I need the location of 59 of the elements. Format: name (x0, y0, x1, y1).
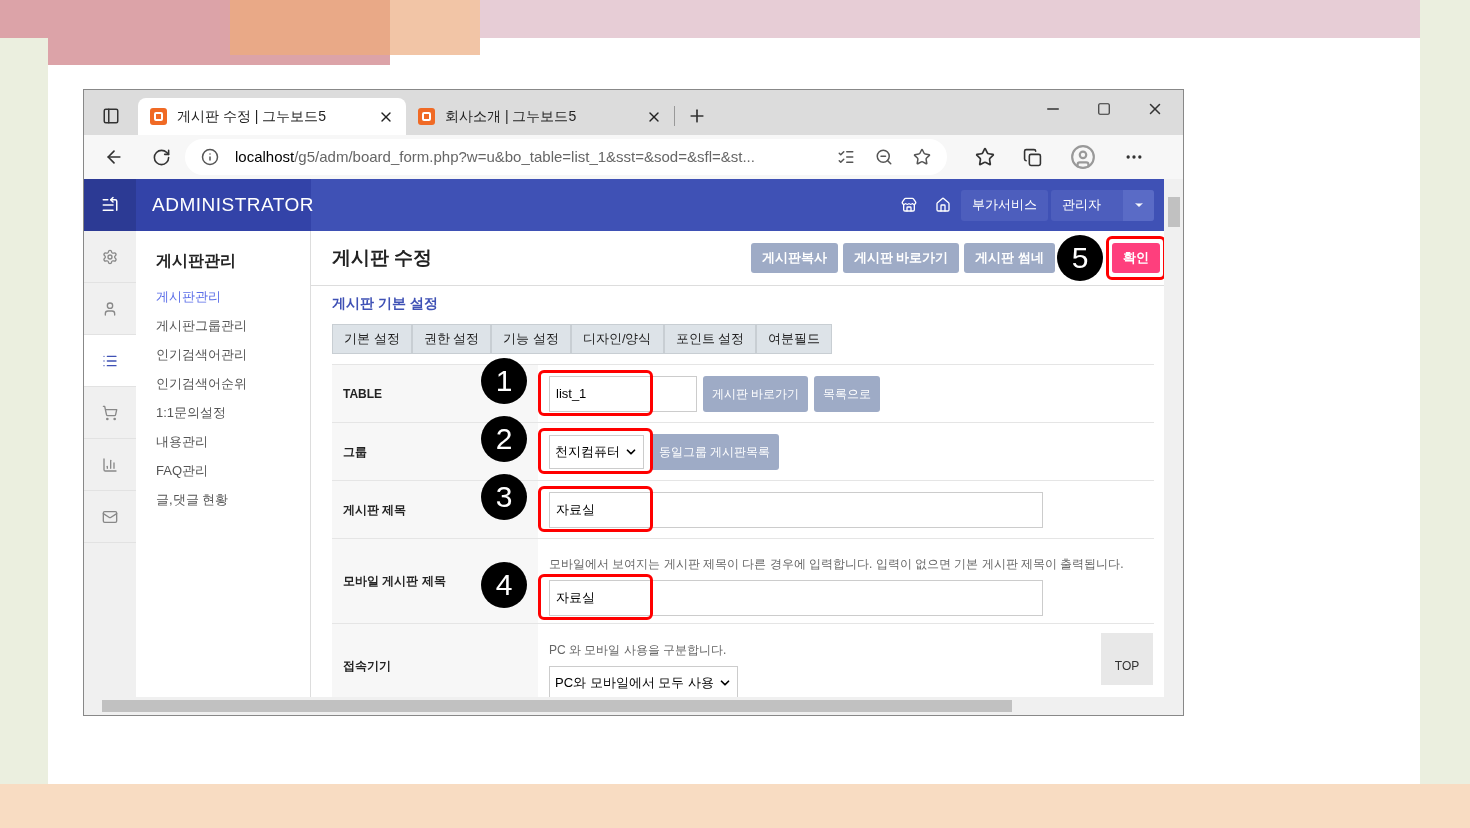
submenu-item[interactable]: 인기검색어관리 (156, 345, 310, 374)
help-text: PC 와 모바일 사용을 구분합니다. (549, 641, 728, 659)
section-tab[interactable]: 포인트 설정 (663, 324, 757, 354)
favorites-icon[interactable] (975, 147, 995, 167)
input-field[interactable]: list_1 (549, 375, 697, 412)
top-button[interactable]: TOP (1101, 633, 1153, 685)
horizontal-scrollbar[interactable] (84, 697, 1164, 715)
browser-tab[interactable]: 게시판 수정 | 그누보드5 (138, 98, 406, 135)
maximize-icon[interactable] (1097, 101, 1111, 116)
submenu-item[interactable]: 인기검색어순위 (156, 374, 310, 403)
section-tab[interactable]: 권한 설정 (411, 324, 492, 354)
select-field[interactable]: 천지컴퓨터 (549, 434, 644, 469)
info-icon (201, 148, 219, 166)
submenu-item[interactable]: FAQ관리 (156, 461, 310, 490)
site-logo-icon (150, 108, 167, 125)
submenu-item[interactable]: 게시판그룹관리 (156, 316, 310, 345)
favorite-icon[interactable] (913, 148, 931, 166)
brand-title: ADMINISTRATOR (136, 179, 311, 231)
chart-icon (102, 456, 118, 473)
user-icon (102, 300, 118, 317)
url-text: localhost/g5/adm/board_form.php?w=u&bo_table=list_1&sst=&sod=&sfl=&st... (235, 146, 756, 167)
address-bar[interactable]: localhost/g5/adm/board_form.php?w=u&bo_table=list_1&sst=&sod=&sfl=&st... (185, 139, 947, 175)
zoom-out-icon[interactable] (875, 148, 893, 166)
browser-tab[interactable]: 회사소개 | 그누보드5 (406, 98, 674, 135)
help-text: 모바일에서 보여지는 게시판 제목이 다른 경우에 입력합니다. 입력이 없으면 기본 게시판 제목이 출력됩니다. (549, 555, 1125, 573)
tab-title: 회사소개 | 그누보드5 (445, 107, 578, 126)
select-field[interactable]: PC와 모바일에서 모두 사용 (549, 665, 738, 697)
header-button[interactable]: 관리자 (1051, 189, 1154, 221)
input-field[interactable]: 자료실 (549, 491, 1043, 528)
home-icon[interactable] (935, 197, 951, 213)
menu-toggle[interactable] (84, 179, 136, 231)
vertical-scrollbar[interactable] (1164, 179, 1183, 715)
callout-number: 5 (1057, 235, 1103, 281)
site-logo-icon (418, 108, 435, 125)
collections-icon[interactable] (1023, 147, 1042, 167)
form-label: 접속기기 (332, 624, 538, 697)
section-tab[interactable]: 기본 설정 (332, 324, 412, 354)
submenu-item[interactable]: 글,댓글 현황 (156, 490, 310, 519)
cart-icon (102, 404, 118, 421)
page-title: 게시판 수정 (332, 245, 434, 270)
callout-number: 1 (481, 357, 527, 404)
submenu-item[interactable]: 게시판관리 (156, 287, 310, 316)
submenu-item[interactable]: 내용관리 (156, 432, 310, 461)
gear-icon (102, 248, 118, 265)
submenu-item[interactable]: 1:1문의설정 (156, 403, 310, 432)
submenu-title: 게시판관리 (156, 251, 237, 271)
tab-title: 게시판 수정 | 그누보드5 (177, 107, 328, 126)
input-field[interactable]: 자료실 (549, 579, 1043, 616)
sidebar-icon[interactable] (102, 107, 120, 125)
section-tab[interactable]: 여분필드 (756, 324, 833, 354)
reload-icon[interactable] (152, 147, 171, 167)
section-title: 게시판 기본 설정 (332, 294, 439, 313)
shop-icon[interactable] (901, 197, 917, 213)
section-tab[interactable]: 디자인/양식 (570, 324, 664, 354)
section-tab[interactable]: 기능 설정 (491, 324, 571, 354)
header-button[interactable]: 부가서비스 (961, 189, 1048, 221)
profile-icon[interactable] (1070, 144, 1096, 170)
menu-icon (101, 196, 119, 214)
mail-icon (102, 508, 118, 525)
